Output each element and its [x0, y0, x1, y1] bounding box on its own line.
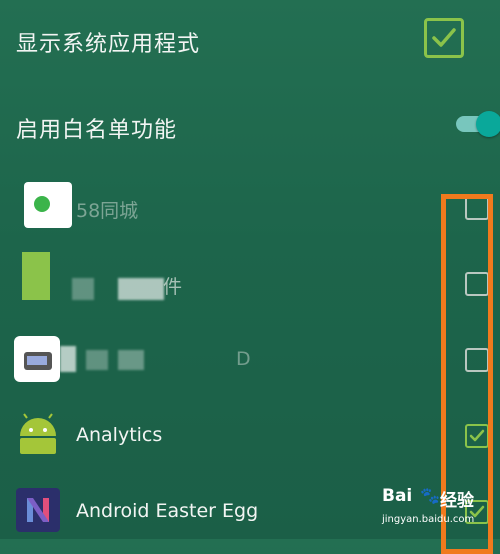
app-name: 58同城 [76, 200, 139, 222]
app-phone-icon [14, 336, 60, 382]
whitelist-toggle[interactable] [456, 111, 500, 137]
setting-show-system-apps[interactable]: 显示系统应用程式 [0, 0, 500, 80]
watermark-url: jingyan.baidu.com [382, 514, 475, 525]
watermark-brand2: 经验 [440, 491, 474, 511]
app-name: 件 [163, 276, 183, 298]
redacted-block [72, 278, 94, 300]
app-58-icon [24, 182, 72, 228]
setting-label: 启用白名单功能 [16, 118, 178, 143]
redacted-block [60, 346, 76, 372]
list-item[interactable]: 58同城 [0, 170, 500, 242]
list-item[interactable]: 件 [0, 242, 500, 320]
app-green-icon [22, 252, 50, 300]
redacted-block [118, 278, 164, 300]
paw-icon: 🐾 [420, 486, 440, 505]
setting-whitelist[interactable]: 启用白名单功能 [0, 84, 500, 164]
show-system-apps-checkbox[interactable] [424, 18, 464, 58]
check-icon [432, 28, 456, 47]
list-item[interactable]: Analytics [0, 400, 500, 472]
redacted-block [86, 350, 108, 370]
baidu-watermark: Bai 🐾 经验 jingyan.baidu.com [382, 486, 500, 536]
app-name: D [236, 348, 251, 370]
watermark-brand: Bai [382, 486, 413, 506]
android-icon [16, 412, 60, 456]
app-name: Android Easter Egg [76, 500, 259, 522]
app-name: Analytics [76, 424, 163, 446]
list-item[interactable]: D [0, 322, 500, 400]
redacted-block [118, 350, 144, 370]
setting-label: 显示系统应用程式 [16, 32, 201, 57]
toggle-thumb [476, 111, 500, 137]
android-n-icon [16, 488, 60, 532]
